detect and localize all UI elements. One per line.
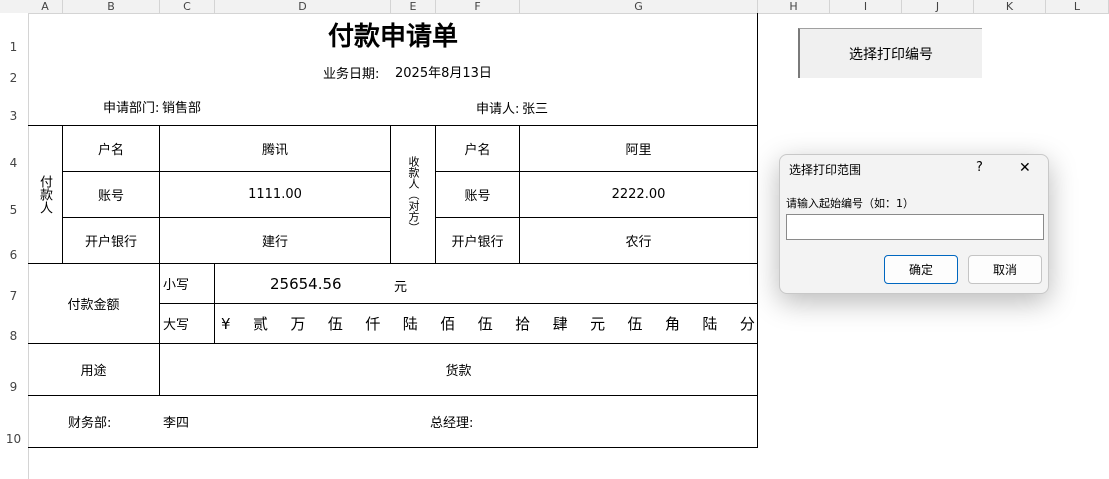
row-header-bar: 1 2 3 4 5 6 7 8 9 10 — [0, 13, 29, 479]
amount-big-char: 陆 — [702, 315, 718, 333]
column-header-h[interactable]: H — [758, 0, 830, 13]
column-header-l[interactable]: L — [1046, 0, 1109, 13]
column-header-f[interactable]: F — [436, 0, 520, 13]
applicant-value[interactable]: 张三 — [522, 98, 548, 117]
dialog-title: 选择打印范围 — [789, 163, 862, 177]
amount-big-char: 伍 — [327, 315, 343, 333]
payer-account-label: 账号 — [97, 189, 124, 204]
amount-big-char: 仟 — [365, 315, 381, 333]
payee-bank-label: 开户银行 — [451, 235, 504, 250]
finance-label: 财务部: — [68, 416, 112, 431]
dept-value[interactable]: 销售部 — [162, 97, 201, 116]
payer-name-value[interactable]: 腾讯 — [160, 126, 390, 171]
form-title: 付款申请单 — [327, 22, 458, 52]
big-label: 大写 — [163, 318, 190, 333]
close-icon[interactable]: ✕ — [1019, 160, 1031, 176]
gm-label: 总经理: — [430, 416, 474, 431]
row-header-4[interactable]: 4 — [0, 156, 27, 170]
amount-big-value[interactable]: ¥ 贰 万 伍 仟 陆 佰 伍 拾 肆 元 伍 角 陆 分 — [215, 304, 757, 343]
applicant-label: 申请人: — [476, 102, 520, 117]
amount-big-char: 贰 — [252, 315, 268, 333]
payer-label: 付款人 — [37, 175, 52, 214]
payee-bank-value[interactable]: 农行 — [520, 218, 757, 263]
column-header-j[interactable]: J — [902, 0, 974, 13]
row-header-8[interactable]: 8 — [0, 329, 27, 343]
help-icon[interactable]: ? — [976, 160, 983, 175]
small-label: 小写 — [163, 278, 190, 293]
column-header-e[interactable]: E — [391, 0, 436, 13]
row-header-6[interactable]: 6 — [0, 248, 27, 262]
finance-value[interactable]: 李四 — [163, 412, 189, 431]
amount-big-char: 肆 — [552, 315, 568, 333]
row-header-7[interactable]: 7 — [0, 289, 27, 303]
select-print-number-button[interactable]: 选择打印编号 — [798, 28, 982, 78]
payee-label: 收款人（对方） — [407, 156, 420, 233]
payer-bank-value[interactable]: 建行 — [160, 218, 390, 263]
amount-big-char: 伍 — [627, 315, 643, 333]
amount-big-char: 拾 — [515, 315, 531, 333]
amount-big-char: 分 — [739, 315, 755, 333]
dept-label: 申请部门: — [103, 101, 160, 116]
purpose-label: 用途 — [80, 364, 107, 379]
dialog-prompt: 请输入起始编号（如：1） — [786, 197, 914, 210]
payee-name-label: 户名 — [464, 143, 491, 158]
amount-big-char: 佰 — [440, 315, 456, 333]
payer-name-label: 户名 — [97, 143, 124, 158]
payer-bank-label: 开户银行 — [84, 235, 137, 250]
column-header-k[interactable]: K — [974, 0, 1046, 13]
column-header-i[interactable]: I — [830, 0, 902, 13]
start-number-input[interactable] — [786, 214, 1044, 240]
row-header-9[interactable]: 9 — [0, 380, 27, 394]
payee-name-value[interactable]: 阿里 — [520, 126, 757, 171]
column-header-c[interactable]: C — [160, 0, 215, 13]
amount-big-char: ¥ — [221, 314, 231, 333]
amount-big-char: 元 — [590, 315, 606, 333]
print-range-dialog: 选择打印范围 ? ✕ 请输入起始编号（如：1） 确定 取消 — [779, 154, 1049, 294]
date-value[interactable]: 2025年8月13日 — [395, 62, 492, 81]
column-header-g[interactable]: G — [520, 0, 758, 13]
date-label: 业务日期: — [323, 67, 380, 82]
payer-account-value[interactable]: 1111.00 — [160, 172, 390, 217]
amount-label: 付款金额 — [67, 298, 120, 313]
cancel-button[interactable]: 取消 — [968, 255, 1042, 284]
yuan-unit: 元 — [394, 280, 408, 295]
payee-account-label: 账号 — [464, 189, 491, 204]
row-header-10[interactable]: 10 — [0, 432, 27, 446]
row-header-3[interactable]: 3 — [0, 109, 27, 123]
amount-small-value[interactable]: 25654.56 — [270, 275, 342, 293]
amount-big-char: 万 — [290, 315, 306, 333]
amount-big-char: 伍 — [477, 315, 493, 333]
row-header-2[interactable]: 2 — [0, 71, 27, 85]
row-header-5[interactable]: 5 — [0, 203, 27, 217]
purpose-value[interactable]: 货款 — [160, 344, 757, 395]
column-header-b[interactable]: B — [63, 0, 160, 13]
payee-account-value[interactable]: 2222.00 — [520, 172, 757, 217]
ok-button[interactable]: 确定 — [884, 255, 958, 284]
column-header-bar: A B C D E F G H I J K L — [0, 0, 1109, 14]
row-header-1[interactable]: 1 — [0, 40, 27, 54]
column-header-a[interactable]: A — [28, 0, 63, 13]
amount-big-char: 角 — [664, 315, 680, 333]
amount-big-char: 陆 — [402, 315, 418, 333]
column-header-d[interactable]: D — [215, 0, 391, 13]
